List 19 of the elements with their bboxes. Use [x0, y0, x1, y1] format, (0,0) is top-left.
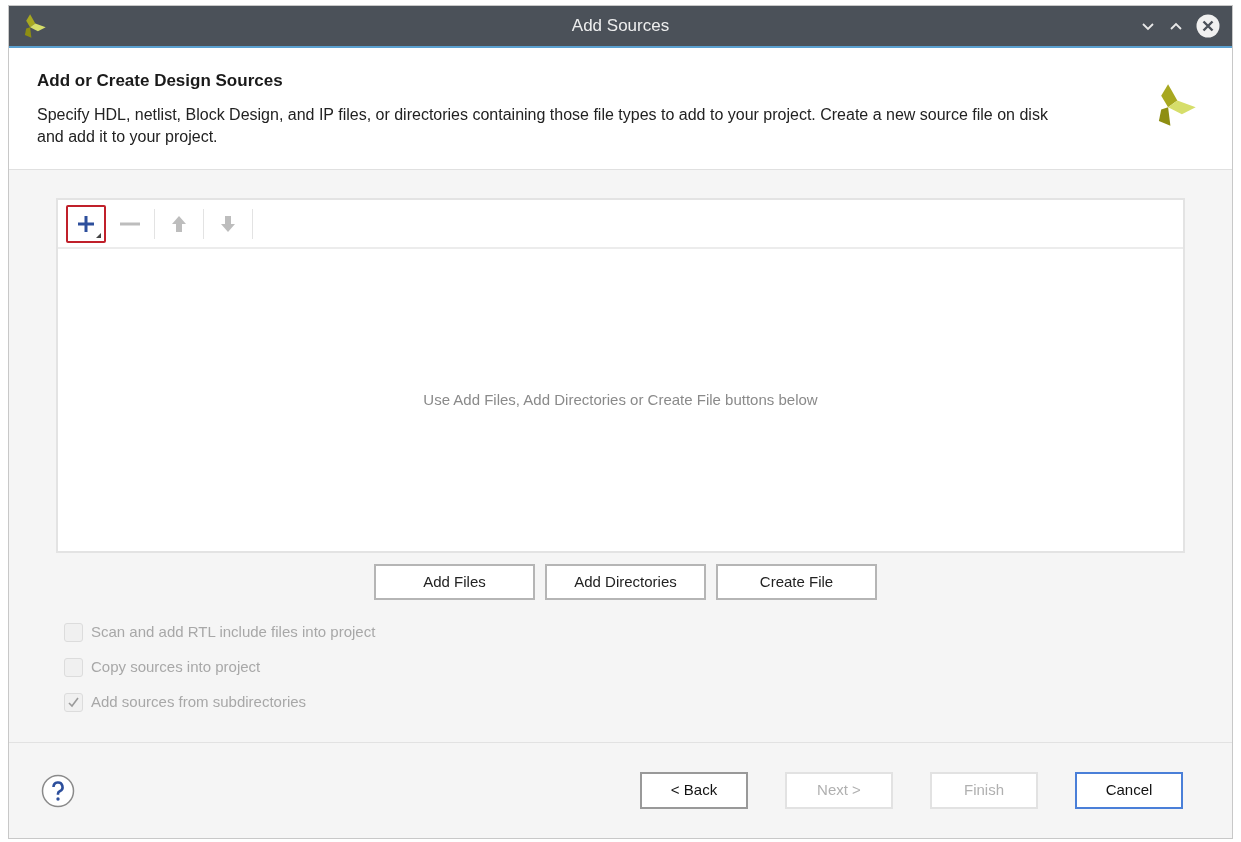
- page-title: Add or Create Design Sources: [37, 70, 284, 92]
- action-button[interactable]: Add Directories: [545, 564, 706, 600]
- checkbox-label: Copy sources into project: [91, 656, 261, 677]
- toolbar-button[interactable]: [66, 204, 106, 243]
- dialog-button[interactable]: < Back: [640, 772, 748, 809]
- window-title: Add Sources: [571, 15, 670, 38]
- close-icon[interactable]: [1196, 14, 1220, 38]
- empty-list-message: Use Add Files, Add Directories or Create File buttons below: [423, 389, 818, 410]
- arrow-down-icon: [220, 213, 236, 234]
- help-icon[interactable]: [41, 773, 75, 808]
- action-button[interactable]: Add Files: [374, 564, 535, 600]
- dialog-button[interactable]: Cancel: [1075, 772, 1183, 809]
- checkmark-icon: [67, 695, 80, 709]
- dropdown-corner-icon: [96, 232, 101, 238]
- checkbox-label: Add sources from subdirectories: [91, 691, 307, 712]
- minus-icon: [120, 221, 140, 226]
- checkbox-label: Scan and add RTL include files into project: [91, 621, 376, 642]
- page-description: Specify HDL, netlist, Block Design, and IP files, or directories containing those file types to add to your project. Create a new source file on disk and add it to your project.: [37, 104, 1049, 147]
- action-button[interactable]: Create File: [716, 564, 877, 600]
